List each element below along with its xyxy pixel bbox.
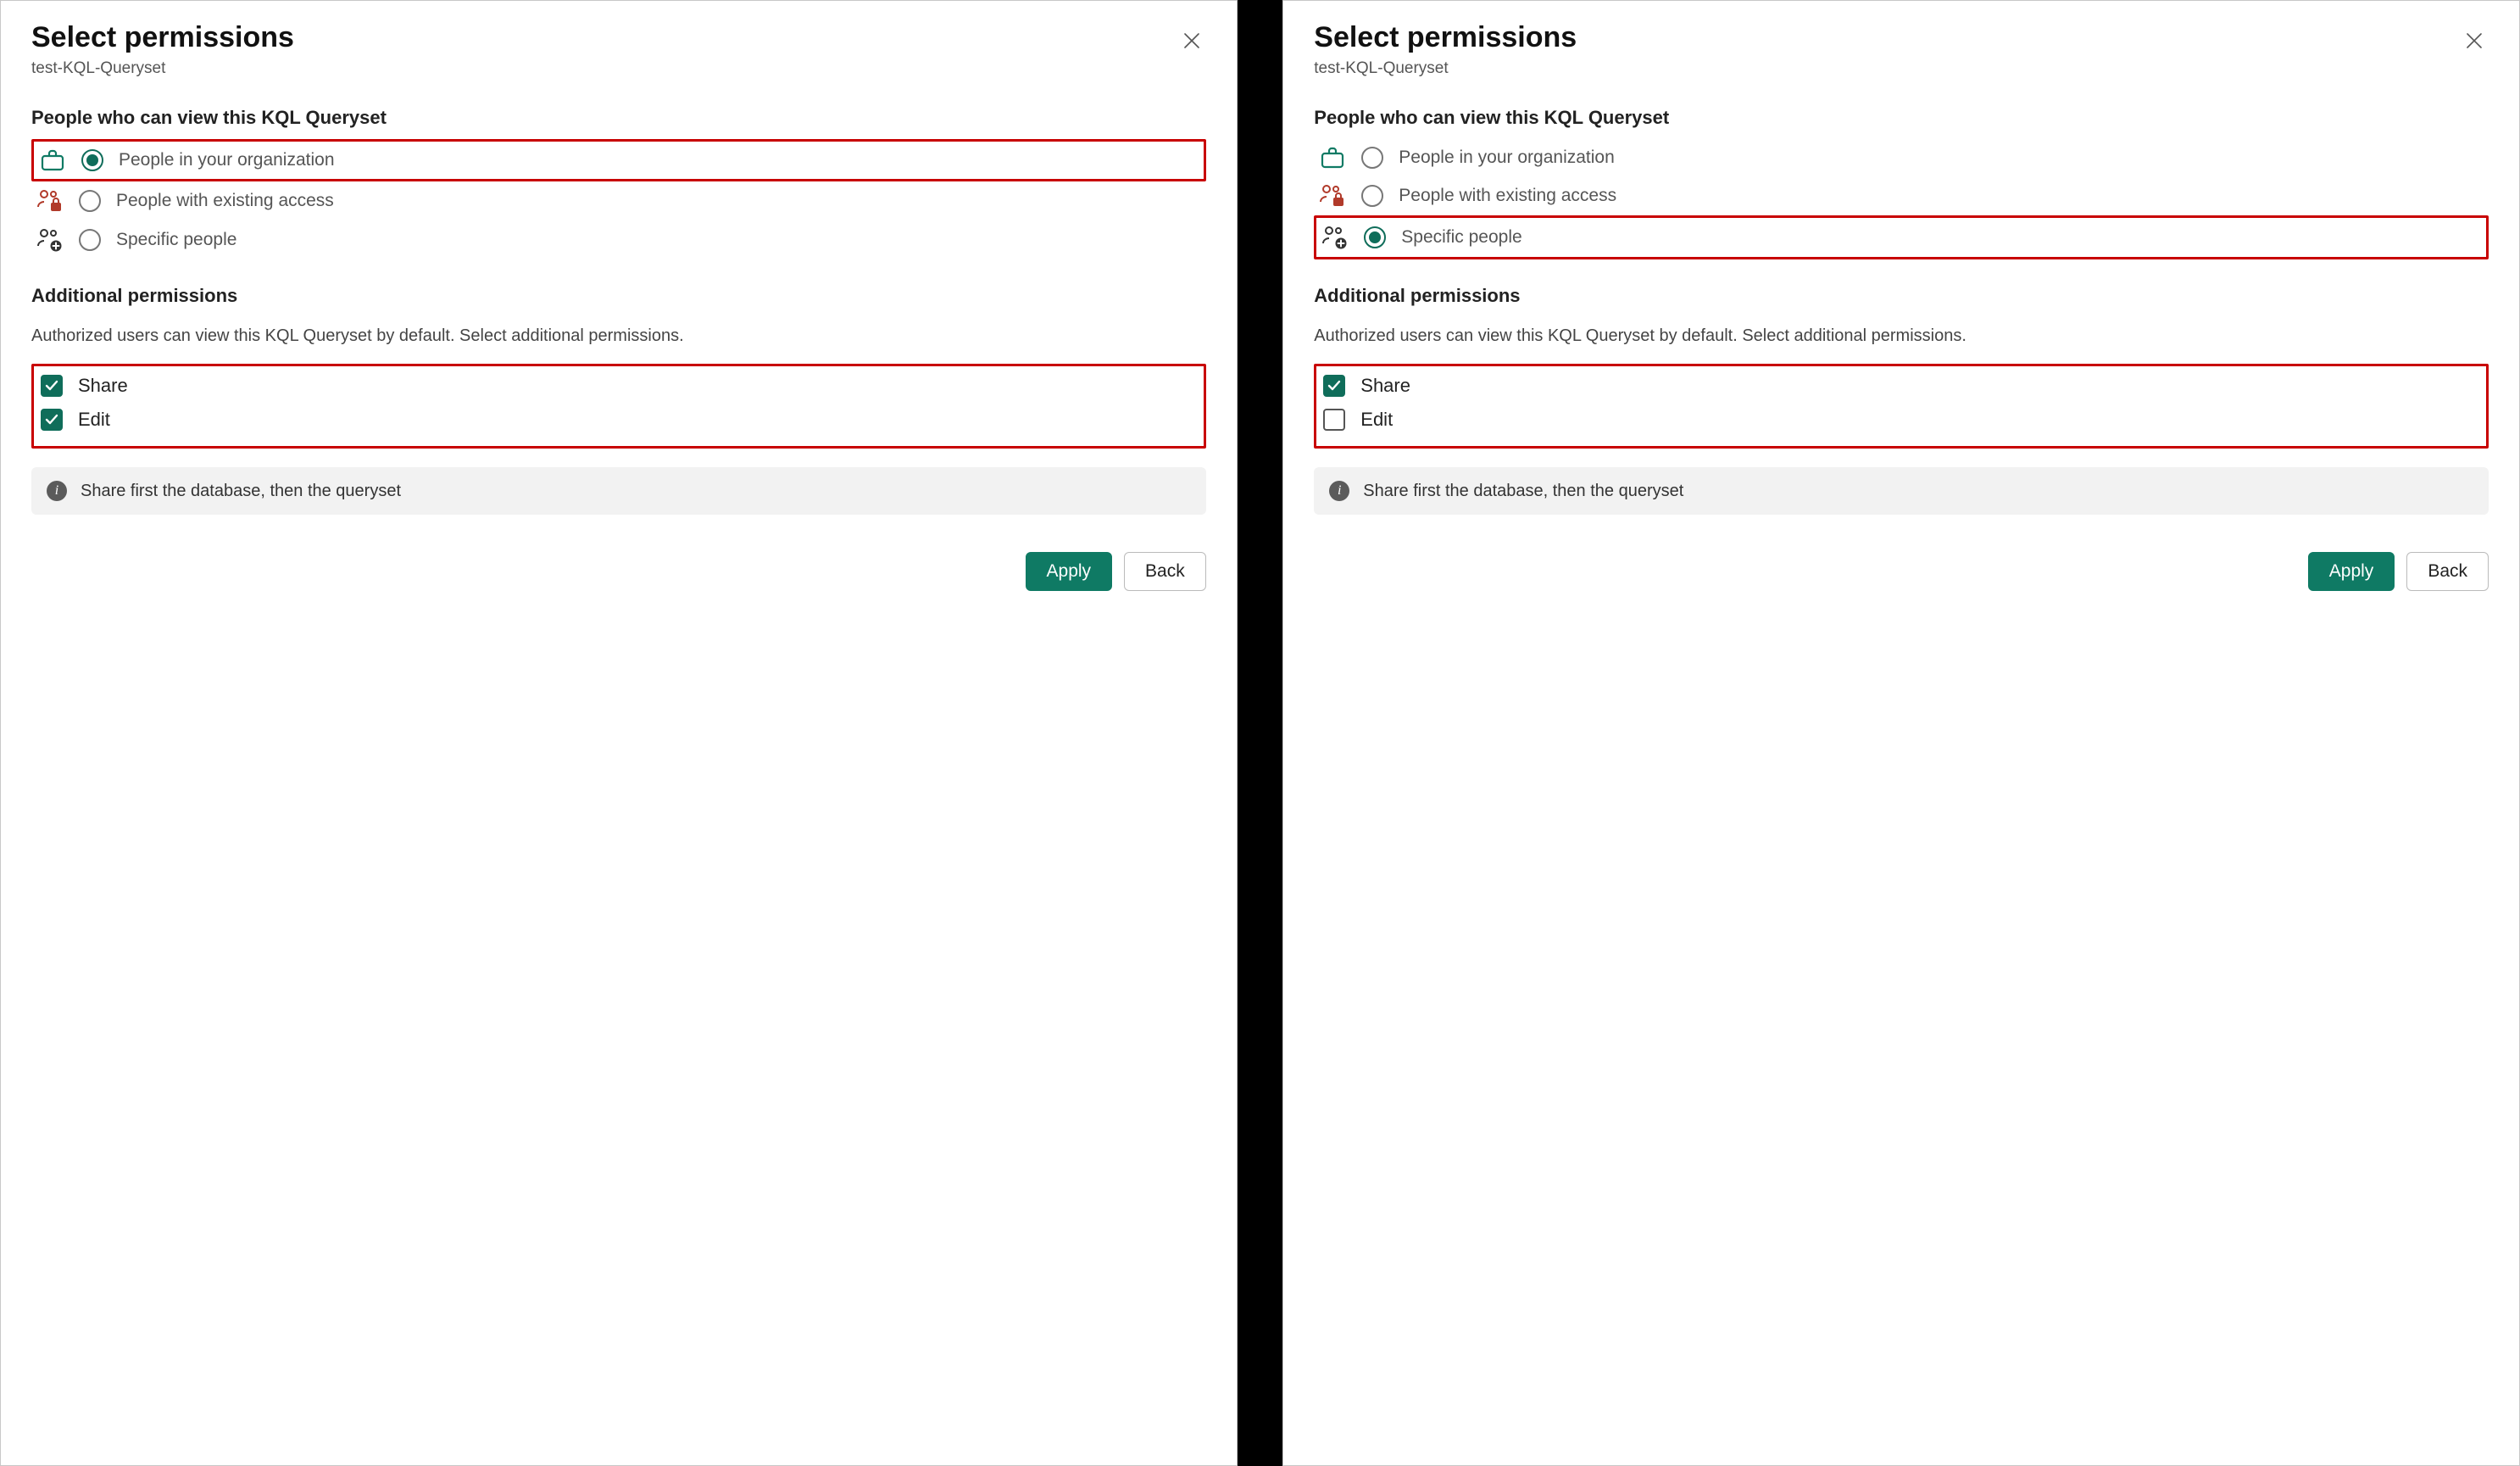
permissions-dialog-left: Select permissions test-KQL-Queryset Peo…: [0, 0, 1238, 1466]
option-people-org[interactable]: People in your organization: [31, 139, 1206, 181]
info-icon: i: [47, 481, 67, 501]
briefcase-icon: [1319, 146, 1346, 170]
option-people-org[interactable]: People in your organization: [1314, 139, 2489, 176]
close-icon: [2465, 31, 2484, 50]
additional-permissions-block: Share Edit: [31, 364, 1206, 449]
option-people-existing[interactable]: People with existing access: [31, 181, 1206, 220]
option-label: People with existing access: [1399, 186, 1616, 206]
close-button[interactable]: [2460, 26, 2489, 55]
radio-existing[interactable]: [1361, 185, 1383, 207]
back-button[interactable]: Back: [2406, 552, 2489, 591]
checkbox-edit[interactable]: Edit: [1323, 409, 2479, 431]
people-lock-icon: [1319, 183, 1346, 209]
apply-button[interactable]: Apply: [1026, 552, 1113, 591]
people-add-icon: [1321, 225, 1349, 250]
additional-permissions-block: Share Edit: [1314, 364, 2489, 449]
info-text: Share first the database, then the query…: [81, 482, 401, 501]
radio-org[interactable]: [1361, 147, 1383, 169]
dialog-footer: Apply Back: [31, 552, 1206, 591]
option-people-existing[interactable]: People with existing access: [1314, 176, 2489, 215]
additional-desc: Authorized users can view this KQL Query…: [1314, 324, 2489, 348]
checkbox-label: Edit: [1360, 409, 1393, 431]
option-label: Specific people: [116, 230, 236, 250]
checkbox-label: Edit: [78, 409, 110, 431]
checkbox-share-box[interactable]: [1323, 375, 1345, 397]
additional-section-label: Additional permissions: [31, 285, 1206, 307]
people-add-icon: [36, 227, 64, 253]
radio-existing[interactable]: [79, 190, 101, 212]
permissions-dialog-right: Select permissions test-KQL-Queryset Peo…: [1282, 0, 2520, 1466]
option-label: People with existing access: [116, 191, 334, 211]
info-text: Share first the database, then the query…: [1363, 482, 1683, 501]
dialog-subtitle: test-KQL-Queryset: [1314, 59, 1577, 78]
additional-desc: Authorized users can view this KQL Query…: [31, 324, 1206, 348]
people-lock-icon: [36, 188, 64, 214]
panel-divider: [1238, 0, 1283, 1466]
option-specific-people[interactable]: Specific people: [31, 220, 1206, 259]
option-label: Specific people: [1401, 227, 1521, 248]
back-button[interactable]: Back: [1124, 552, 1206, 591]
dialog-header: Select permissions test-KQL-Queryset: [31, 21, 1206, 78]
viewers-section-label: People who can view this KQL Queryset: [31, 107, 1206, 129]
option-specific-people[interactable]: Specific people: [1314, 215, 2489, 259]
checkbox-share[interactable]: Share: [1323, 375, 2479, 397]
checkbox-share[interactable]: Share: [41, 375, 1197, 397]
dialog-footer: Apply Back: [1314, 552, 2489, 591]
checkbox-label: Share: [78, 375, 128, 397]
briefcase-icon: [39, 148, 66, 172]
viewers-section-label: People who can view this KQL Queryset: [1314, 107, 2489, 129]
checkbox-edit[interactable]: Edit: [41, 409, 1197, 431]
dialog-title: Select permissions: [1314, 21, 1577, 54]
additional-section-label: Additional permissions: [1314, 285, 2489, 307]
option-label: People in your organization: [1399, 148, 1615, 168]
dialog-header: Select permissions test-KQL-Queryset: [1314, 21, 2489, 78]
checkbox-label: Share: [1360, 375, 1410, 397]
info-banner: i Share first the database, then the que…: [1314, 467, 2489, 515]
checkbox-edit-box[interactable]: [41, 409, 63, 431]
radio-org[interactable]: [81, 149, 103, 171]
dialog-subtitle: test-KQL-Queryset: [31, 59, 294, 78]
checkbox-share-box[interactable]: [41, 375, 63, 397]
radio-specific[interactable]: [79, 229, 101, 251]
dialog-title: Select permissions: [31, 21, 294, 54]
close-icon: [1182, 31, 1201, 50]
apply-button[interactable]: Apply: [2308, 552, 2395, 591]
info-icon: i: [1329, 481, 1349, 501]
radio-specific[interactable]: [1364, 226, 1386, 248]
close-button[interactable]: [1177, 26, 1206, 55]
info-banner: i Share first the database, then the que…: [31, 467, 1206, 515]
option-label: People in your organization: [119, 150, 335, 170]
checkbox-edit-box[interactable]: [1323, 409, 1345, 431]
